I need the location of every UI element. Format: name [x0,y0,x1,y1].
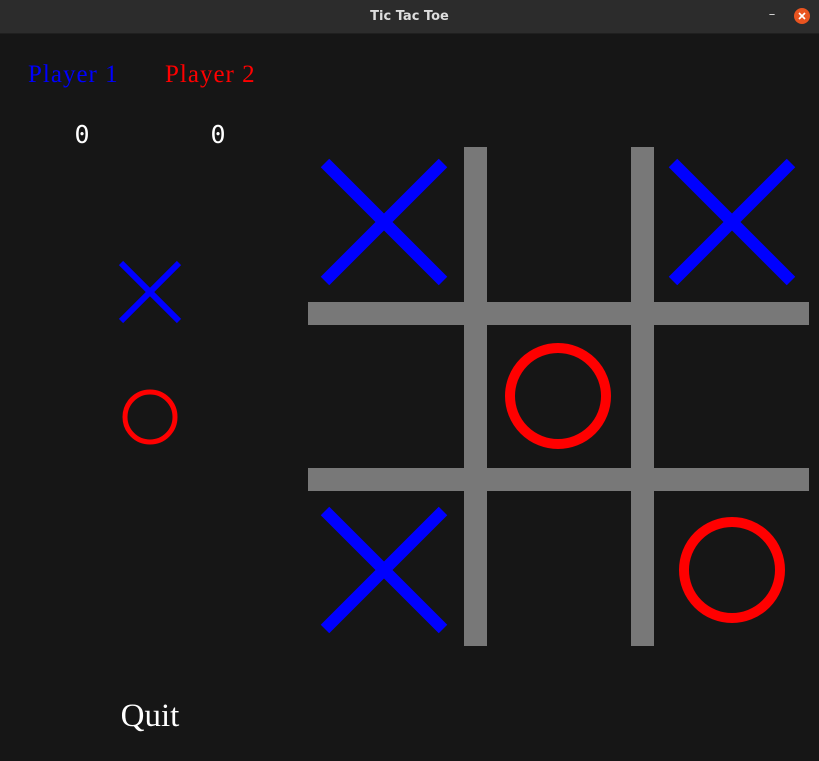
quit-button[interactable]: Quit [100,698,200,735]
board-cell-4[interactable] [308,320,460,472]
player-2-o-icon [122,389,178,445]
board-cell-3[interactable] [656,146,808,298]
board-cell-6[interactable] [656,320,808,472]
board-cell-9[interactable] [656,494,808,646]
close-icon [798,12,806,20]
player-1-x-icon [118,260,182,324]
close-button[interactable] [794,8,810,24]
board-cell-5[interactable] [482,320,634,472]
game-canvas [118,146,809,646]
minimize-button[interactable]: – [762,6,782,26]
board-cell-8[interactable] [482,494,634,646]
board-cell-2[interactable] [482,146,634,298]
board-cell-1[interactable] [308,146,460,298]
game-area: Player 1 Player 2 0 0 Quit [0,34,819,761]
grid-line-vertical-2 [631,147,654,646]
board-cell-7[interactable] [308,494,460,646]
window-titlebar[interactable]: Tic Tac Toe – [0,0,819,34]
window-title: Tic Tac Toe [370,9,449,24]
